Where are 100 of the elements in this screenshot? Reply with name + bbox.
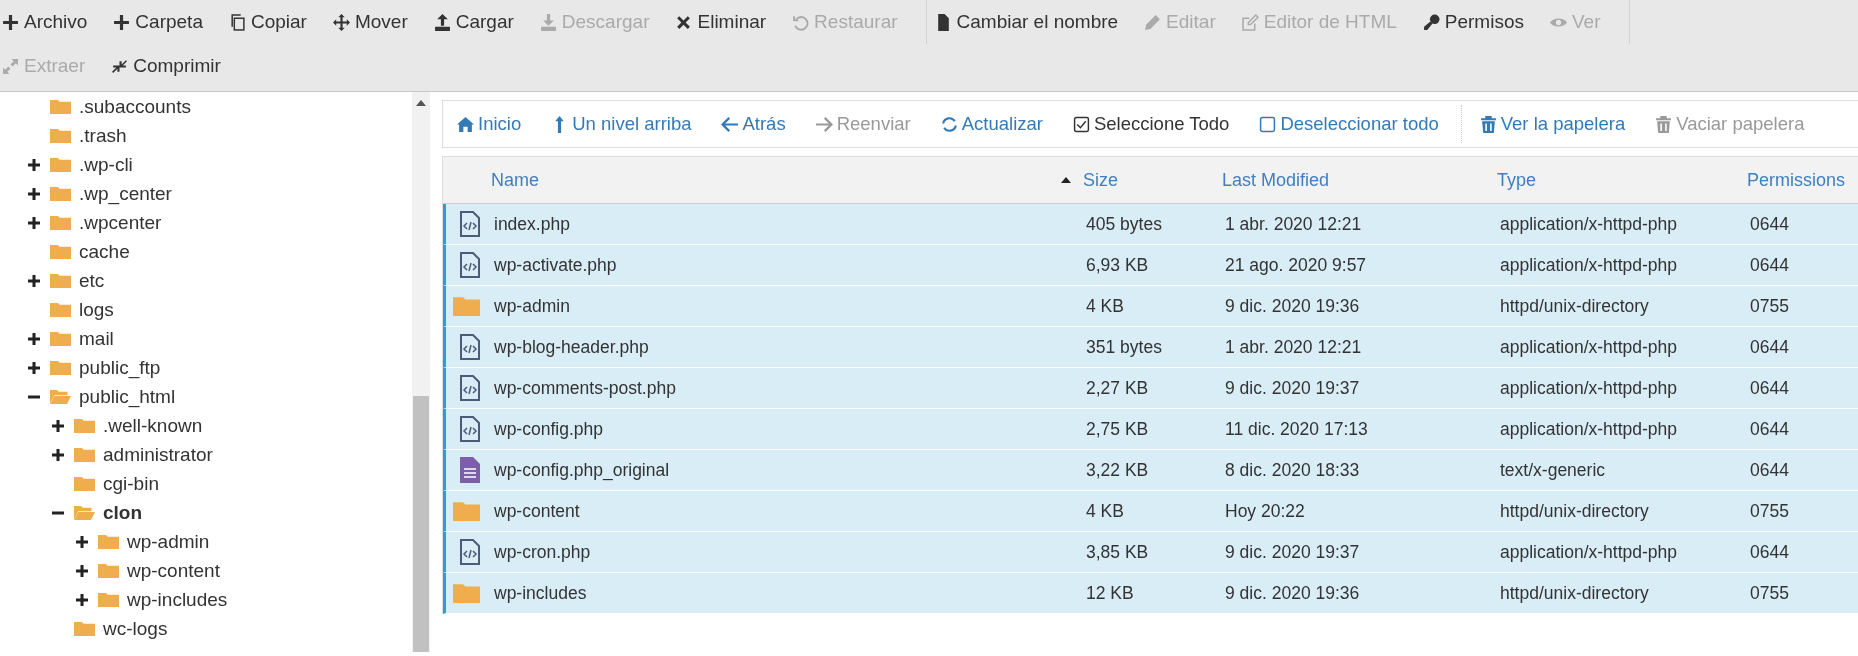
plus-icon[interactable] bbox=[28, 361, 40, 374]
table-cell-text: 4 KB bbox=[1086, 500, 1125, 522]
plus-icon[interactable] bbox=[76, 593, 88, 606]
trash-icon bbox=[1479, 115, 1497, 133]
folder-tree-item[interactable]: wp-includes bbox=[127, 588, 228, 611]
folder-icon bbox=[50, 272, 71, 289]
plus-icon[interactable] bbox=[28, 332, 40, 345]
nav-button[interactable]: Atrás bbox=[713, 105, 794, 143]
folder-tree-item[interactable]: administrator bbox=[103, 443, 213, 466]
folder-tree-item[interactable]: public_html bbox=[79, 385, 176, 408]
move-icon bbox=[332, 13, 350, 31]
file-name: wp-activate.php bbox=[494, 254, 618, 276]
scroll-up-icon[interactable] bbox=[416, 100, 426, 106]
arrow-right-icon bbox=[815, 115, 833, 133]
folder-icon bbox=[98, 533, 119, 550]
toolbar-button[interactable]: Eliminar bbox=[673, 7, 777, 37]
column-header[interactable]: Type bbox=[1497, 169, 1537, 191]
table-cell-text: 21 ago. 2020 9:57 bbox=[1225, 254, 1368, 276]
nav-button[interactable]: Ver la papelera bbox=[1471, 105, 1634, 143]
folder-icon bbox=[50, 243, 71, 260]
plus-icon[interactable] bbox=[28, 216, 40, 229]
download-icon bbox=[539, 13, 557, 31]
folder-icon bbox=[50, 127, 71, 144]
folder-tree-item[interactable]: .trash bbox=[79, 124, 127, 147]
file-row[interactable]: wp-config.php 2,75 KB 11 dic. 2020 17:13 application/x-httpd-php 0644 bbox=[443, 409, 1858, 450]
table-cell-text: 0755 bbox=[1750, 500, 1790, 522]
folder-icon bbox=[50, 330, 71, 347]
scrollbar-thumb[interactable] bbox=[413, 396, 429, 652]
toolbar-button[interactable]: Comprimir bbox=[109, 51, 231, 81]
file-row[interactable]: wp-activate.php 6,93 KB 21 ago. 2020 9:57 application/x-httpd-php 0644 bbox=[443, 245, 1858, 286]
folder-tree-item[interactable]: .wp-cli bbox=[79, 153, 133, 176]
plus-icon[interactable] bbox=[28, 274, 40, 287]
file-row[interactable]: wp-config.php_original 3,22 KB 8 dic. 2020 18:33 text/x-generic 0644 bbox=[443, 450, 1858, 491]
code-file-icon bbox=[460, 375, 480, 401]
folder-tree-item[interactable]: wp-admin bbox=[127, 530, 210, 553]
file-row[interactable]: index.php 405 bytes 1 abr. 2020 12:21 application/x-httpd-php 0644 bbox=[443, 204, 1858, 245]
table-cell-text: application/x-httpd-php bbox=[1500, 213, 1679, 235]
file-row[interactable]: wp-comments-post.php 2,27 KB 9 dic. 2020 19:37 application/x-httpd-php 0644 bbox=[443, 368, 1858, 409]
folder-tree-item[interactable]: .wp_center bbox=[79, 182, 172, 205]
plus-icon[interactable] bbox=[76, 564, 88, 577]
plus-icon bbox=[113, 13, 131, 31]
table-cell-text: 4 KB bbox=[1086, 295, 1125, 317]
copy-icon bbox=[228, 13, 246, 31]
toolbar-button[interactable]: Archivo bbox=[0, 7, 98, 37]
table-cell-text: 0755 bbox=[1750, 295, 1790, 317]
nav-button[interactable]: Un nivel arriba bbox=[543, 105, 700, 143]
close-icon bbox=[675, 13, 693, 31]
file-name: wp-config.php_original bbox=[494, 459, 671, 481]
toolbar-button[interactable]: Cambiar el nombre bbox=[932, 7, 1129, 37]
table-cell-text: 0644 bbox=[1750, 418, 1790, 440]
file-row[interactable]: wp-blog-header.php 351 bytes 1 abr. 2020 12:21 application/x-httpd-php 0644 bbox=[443, 327, 1858, 368]
plus-icon[interactable] bbox=[52, 419, 64, 432]
file-name: wp-includes bbox=[494, 582, 588, 604]
column-header[interactable]: Last Modified bbox=[1222, 169, 1330, 191]
toolbar-button[interactable]: Carpeta bbox=[111, 7, 213, 37]
nav-button[interactable]: Actualizar bbox=[932, 105, 1051, 143]
scrollbar[interactable] bbox=[412, 92, 430, 652]
folder-tree-item[interactable]: .well-known bbox=[103, 414, 203, 437]
folder-tree-item[interactable]: cgi-bin bbox=[103, 472, 159, 495]
folder-icon bbox=[452, 295, 480, 317]
folder-tree-item[interactable]: public_ftp bbox=[79, 356, 161, 379]
folder-tree-item[interactable]: etc bbox=[79, 269, 105, 292]
folder-tree-item[interactable]: clon bbox=[103, 501, 143, 524]
nav-button[interactable]: Deseleccionar todo bbox=[1251, 105, 1447, 143]
column-header[interactable]: Name bbox=[491, 169, 539, 191]
toolbar-button[interactable]: Copiar bbox=[226, 7, 317, 37]
table-cell-text: 405 bytes bbox=[1086, 213, 1163, 235]
column-header[interactable]: Size bbox=[1083, 169, 1118, 191]
folder-tree-item[interactable]: wc-logs bbox=[103, 617, 168, 640]
table-cell-text: 0644 bbox=[1750, 541, 1790, 563]
folder-tree-item[interactable]: logs bbox=[79, 298, 114, 321]
nav-button[interactable]: Inicio bbox=[449, 105, 530, 143]
toolbar-button[interactable]: Permisos bbox=[1420, 7, 1534, 37]
pencil-icon bbox=[1144, 13, 1162, 31]
toolbar-button[interactable]: Mover bbox=[330, 7, 418, 37]
plus-icon[interactable] bbox=[52, 448, 64, 461]
plus-icon[interactable] bbox=[28, 158, 40, 171]
text-file-icon bbox=[460, 457, 480, 483]
folder-tree-item[interactable]: mail bbox=[79, 327, 114, 350]
folder-tree-item[interactable]: wp-content bbox=[127, 559, 220, 582]
folder-tree-item[interactable]: .wpcenter bbox=[79, 211, 162, 234]
refresh-icon bbox=[940, 115, 958, 133]
key-icon bbox=[1422, 13, 1440, 31]
table-cell-text: application/x-httpd-php bbox=[1500, 254, 1679, 276]
file-row[interactable]: wp-content 4 KB Hoy 20:22 httpd/unix-directory 0755 bbox=[443, 491, 1858, 532]
folder-tree-item[interactable]: cache bbox=[79, 240, 130, 263]
table-cell-text: 0644 bbox=[1750, 254, 1790, 276]
arrow-left-icon bbox=[721, 115, 739, 133]
column-header[interactable]: Permissions bbox=[1747, 169, 1846, 191]
expand-icon bbox=[2, 57, 19, 75]
open-folder-icon bbox=[50, 388, 71, 405]
nav-button[interactable]: Seleccione Todo bbox=[1064, 105, 1238, 143]
plus-icon[interactable] bbox=[28, 187, 40, 200]
file-row[interactable]: wp-cron.php 3,85 KB 9 dic. 2020 19:37 application/x-httpd-php 0644 bbox=[443, 532, 1858, 573]
file-row[interactable]: wp-includes 12 KB 9 dic. 2020 19:36 httpd/unix-directory 0755 bbox=[443, 573, 1858, 614]
edit-icon bbox=[1241, 13, 1259, 31]
plus-icon[interactable] bbox=[76, 535, 88, 548]
toolbar-button[interactable]: Cargar bbox=[431, 7, 524, 37]
folder-tree-item[interactable]: .subaccounts bbox=[79, 95, 191, 118]
file-row[interactable]: wp-admin 4 KB 9 dic. 2020 19:36 httpd/unix-directory 0755 bbox=[443, 286, 1858, 327]
